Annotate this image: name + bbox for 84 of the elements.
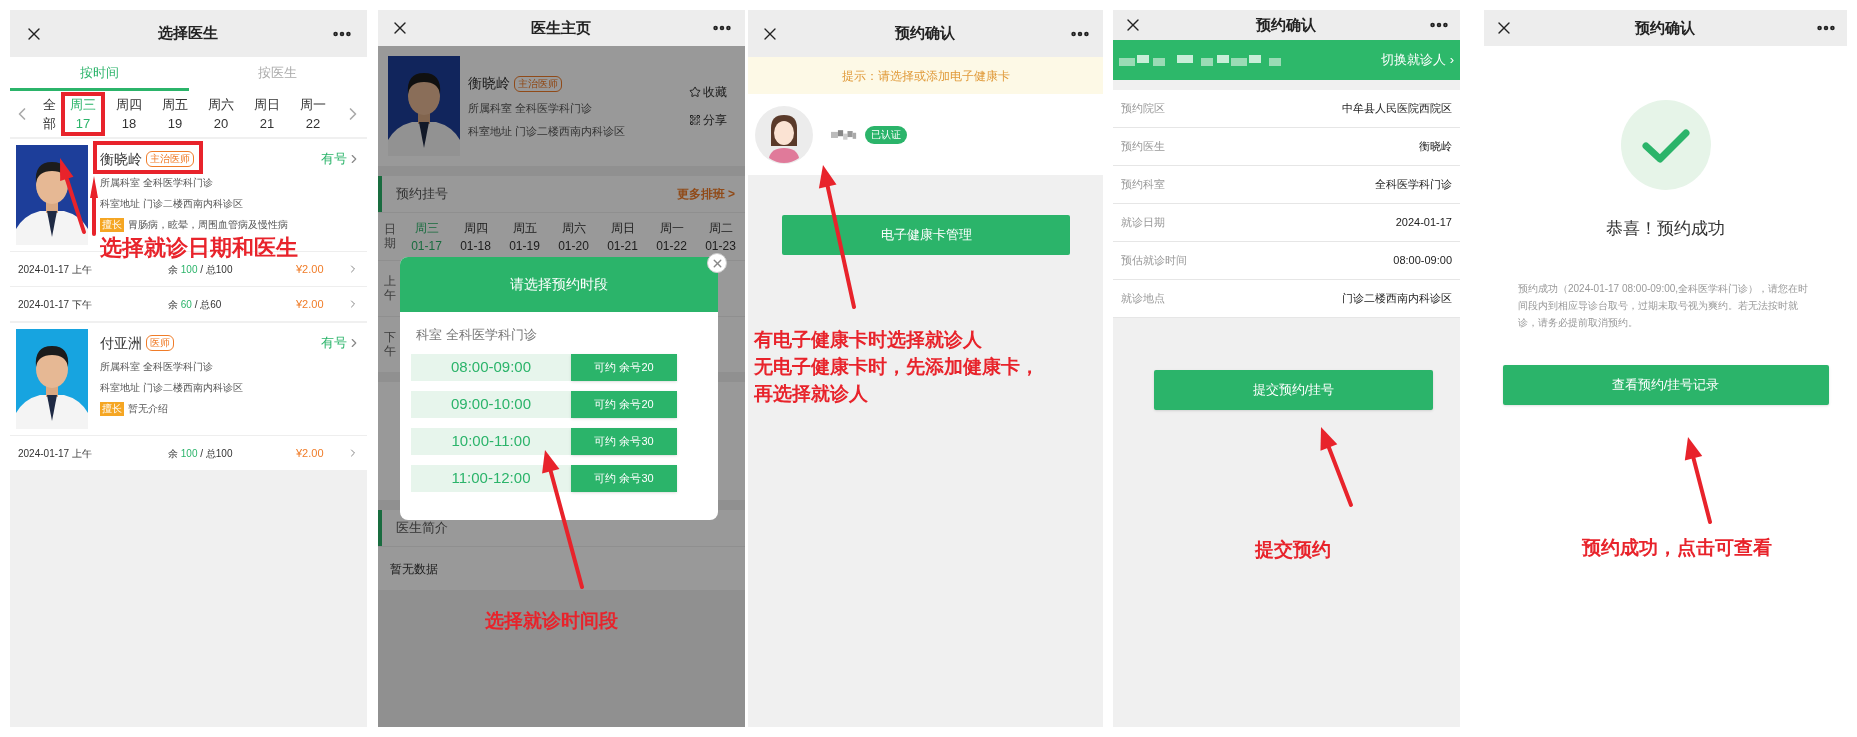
window-title: 预约确认 — [1255, 14, 1316, 35]
specialty-badge: 擅长 — [100, 401, 124, 416]
field-label: 预约院区 — [1121, 101, 1165, 117]
field-label: 预约科室 — [1121, 177, 1165, 193]
title-badge: 主治医师 — [146, 151, 194, 167]
annotation-text: 有电子健康卡时选择就诊人 无电子健康卡时，先添加健康卡， 再选择就诊人 — [754, 328, 1039, 406]
date-tab[interactable]: 周六 01-20 — [549, 218, 598, 255]
field-value: 2024-01-17 — [1395, 215, 1452, 231]
doctor-name: 付亚洲 — [100, 333, 142, 353]
window-title: 预约确认 — [1634, 17, 1695, 38]
price-text: ¥2.00 — [296, 445, 324, 461]
row-label: 日期 — [383, 223, 397, 250]
success-message: 预约成功（2024-01-17 08:00-09:00,全科医学科门诊），请您在时间段内到相应导诊台取号，过期未取号视为爽约。若无法按时就诊，请务必提前取消预约。 — [1517, 281, 1810, 330]
section-title: 医生简介 — [396, 519, 448, 538]
schedule-date: 2024-01-17 上午 — [18, 446, 93, 461]
empty-text: 暂无数据 — [390, 560, 438, 578]
arrow — [90, 176, 98, 236]
address-text: 科室地址 门诊二楼西南内科诊区 — [468, 123, 627, 139]
field-value: 门诊二楼西南内科诊区 — [1342, 291, 1452, 307]
window-title: 医生主页 — [530, 17, 591, 38]
date-tab[interactable]: 周四 01-18 — [451, 218, 500, 255]
verified-badge: 已认证 — [865, 125, 907, 144]
price-text: ¥2.00 — [296, 261, 324, 277]
schedule-date: 2024-01-17 上午 — [18, 262, 93, 277]
success-check-icon — [1620, 100, 1711, 190]
remaining-text: 余 60 / 总60 — [168, 297, 223, 312]
field-label: 就诊地点 — [1121, 291, 1165, 307]
specialty-text: 暂无介绍 — [128, 402, 168, 416]
window-title: 预约确认 — [894, 23, 955, 44]
date-tab[interactable]: 周五 01-19 — [500, 218, 549, 255]
date-tab[interactable]: 周一 22 — [290, 95, 336, 133]
window-title: 选择医生 — [157, 23, 218, 44]
annotation-text: 选择就诊时间段 — [485, 609, 618, 633]
date-tab[interactable]: 周四 18 — [106, 95, 152, 133]
row-label: 下午 — [383, 331, 397, 358]
field-value: 中牟县人民医院西院区 — [1342, 101, 1452, 117]
time-slot: 11:00-12:00 — [411, 465, 571, 492]
pixelated-name-drawing — [831, 128, 857, 141]
specialty-text: 胃肠病，眩晕，周围血管病及慢性病 — [128, 218, 288, 232]
date-tab[interactable]: 全 部 — [38, 95, 60, 133]
success-title: 恭喜！预约成功 — [1606, 218, 1725, 240]
schedule-row[interactable]: 2024-01-17 上午 余 100 / 总100 ¥2.00 — [10, 435, 367, 470]
address-text: 科室地址 门诊二楼西南内科诊区 — [100, 197, 244, 211]
schedule-row[interactable]: 2024-01-17 下午 余 60 / 总60 ¥2.00 — [10, 286, 367, 321]
time-slot: 10:00-11:00 — [411, 428, 571, 455]
annotation-text: 预约成功，点击可查看 — [1582, 536, 1772, 560]
schedule-date: 2024-01-17 下午 — [18, 297, 93, 312]
remaining-text: 余 100 / 总100 — [168, 446, 234, 461]
department-text: 所属科室 全科医学科门诊 — [468, 101, 594, 116]
address-text: 科室地址 门诊二楼西南内科诊区 — [100, 381, 244, 395]
section-title: 预约挂号 — [396, 185, 448, 204]
field-value: 衡晓岭 — [1419, 139, 1452, 155]
remaining-text: 余 100 / 总100 — [168, 262, 234, 277]
doctor-name: 衡晓岭 — [100, 149, 142, 169]
field-label: 就诊日期 — [1121, 215, 1165, 231]
department-text: 所属科室 全科医学科门诊 — [100, 176, 214, 190]
highlight-box — [61, 92, 105, 136]
field-value: 全科医学科门诊 — [1375, 177, 1452, 193]
time-slot: 08:00-09:00 — [411, 354, 571, 381]
specialty-badge: 擅长 — [100, 217, 124, 232]
doctor-name: 衡晓岭 — [468, 74, 510, 93]
field-value: 08:00-09:00 — [1393, 253, 1452, 269]
department-text: 科室 全科医学科门诊 — [416, 327, 537, 342]
title-badge: 主治医师 — [514, 75, 562, 92]
field-label: 预估就诊时间 — [1121, 253, 1187, 269]
date-tab[interactable]: 周日 21 — [244, 95, 290, 133]
tip-banner: 提示：请选择或添加电子健康卡 — [748, 57, 1103, 94]
action-button[interactable]: 分享 — [689, 111, 727, 129]
avatar — [755, 105, 813, 164]
date-tab[interactable]: 周一 01-22 — [647, 218, 696, 255]
annotation-text: 提交预约 — [1255, 538, 1331, 562]
time-slot: 09:00-10:00 — [411, 391, 571, 418]
department-text: 所属科室 全科医学科门诊 — [100, 360, 214, 374]
dialog-title: 请选择预约时段 — [510, 275, 608, 294]
field-label: 预约医生 — [1121, 139, 1165, 155]
date-tab[interactable]: 周五 19 — [152, 95, 198, 133]
qr-code-icon — [689, 114, 701, 126]
title-badge: 医师 — [146, 335, 174, 351]
star-icon — [689, 86, 701, 98]
date-tab[interactable]: 周六 20 — [198, 95, 244, 133]
row-label: 上午 — [383, 275, 397, 302]
action-button[interactable]: 收藏 — [689, 83, 727, 101]
price-text: ¥2.00 — [296, 296, 324, 312]
date-tab[interactable]: 周日 01-21 — [598, 218, 647, 255]
